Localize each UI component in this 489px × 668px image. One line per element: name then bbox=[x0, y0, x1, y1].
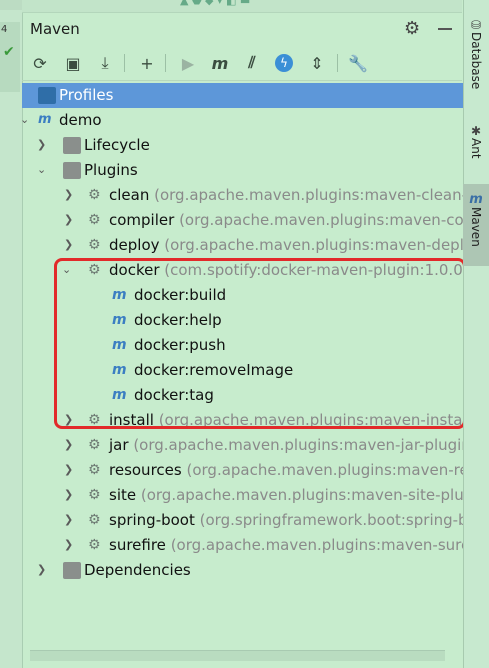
chevron-right-icon[interactable]: ❯ bbox=[64, 513, 73, 526]
collapse-icon[interactable]: ⇕ bbox=[305, 51, 329, 75]
tree-row-plugin[interactable]: ❯ ⚙ compiler (org.apache.maven.plugins:m… bbox=[22, 208, 478, 233]
tree-row-plugins[interactable]: ⌄ Plugins bbox=[22, 158, 462, 183]
toggle-offline-icon[interactable]: ⫽ bbox=[240, 51, 264, 75]
plugin-icon: ⚙ bbox=[88, 187, 101, 203]
chevron-right-icon[interactable]: ❯ bbox=[64, 438, 73, 451]
plugin-icon: ⚙ bbox=[88, 212, 101, 228]
tab-ant-label: Ant bbox=[469, 138, 483, 159]
maven-goal-icon[interactable]: m bbox=[208, 51, 232, 75]
lifecycle-folder-icon bbox=[63, 137, 81, 154]
chevron-right-icon[interactable]: ❯ bbox=[64, 538, 73, 551]
plugin-coordinates: (org.apache.maven.plugins:maven-com bbox=[179, 211, 479, 229]
maven-project-icon: m bbox=[38, 112, 52, 127]
plugin-icon: ⚙ bbox=[88, 237, 101, 253]
dependencies-folder-icon bbox=[63, 562, 81, 579]
reimport-icon[interactable]: ▣ bbox=[61, 51, 85, 75]
chevron-right-icon[interactable]: ❯ bbox=[64, 463, 73, 476]
settings-gear-icon[interactable]: ⚙ bbox=[404, 18, 420, 39]
chevron-right-icon[interactable]: ❯ bbox=[37, 563, 46, 576]
plugins-folder-icon bbox=[63, 162, 81, 179]
left-gutter bbox=[0, 0, 23, 668]
plugin-name: jar bbox=[109, 436, 129, 454]
tree-row-plugin[interactable]: ❯ ⚙ spring-boot (org.springframework.boo… bbox=[22, 508, 468, 533]
plugin-name: deploy bbox=[109, 236, 160, 254]
database-icon: ⛁ bbox=[470, 18, 482, 32]
tab-database-label: Database bbox=[469, 32, 483, 90]
gutter-top bbox=[0, 0, 22, 10]
chevron-down-icon[interactable]: ⌄ bbox=[20, 113, 29, 126]
chevron-right-icon[interactable]: ❯ bbox=[64, 213, 73, 226]
chevron-right-icon[interactable]: ❯ bbox=[64, 188, 73, 201]
tab-maven-label: Maven bbox=[469, 207, 483, 247]
toolbar-separator bbox=[124, 54, 125, 72]
plugin-coordinates: (org.apache.maven.plugins:maven-site-plu… bbox=[140, 486, 478, 504]
plugin-name: spring-boot bbox=[109, 511, 195, 529]
project-label: demo bbox=[59, 111, 102, 129]
tree-row-plugin[interactable]: ❯ ⚙ resources (org.apache.maven.plugins:… bbox=[22, 458, 486, 483]
check-icon: ✔ bbox=[3, 44, 15, 60]
tree-row-plugin[interactable]: ❯ ⚙ surefire (org.apache.maven.plugins:m… bbox=[22, 533, 480, 558]
plugin-name: site bbox=[109, 486, 137, 504]
plugin-coordinates: (org.apache.maven.plugins:maven-surefi bbox=[170, 536, 480, 554]
tree-row-dependencies[interactable]: ❯ Dependencies bbox=[22, 558, 462, 583]
wrench-icon[interactable]: 🔧 bbox=[346, 51, 370, 75]
chevron-down-icon[interactable]: ⌄ bbox=[37, 163, 46, 176]
panel-header bbox=[22, 13, 462, 47]
chevron-right-icon[interactable]: ❯ bbox=[64, 488, 73, 501]
tree-row-plugin[interactable]: ❯ ⚙ site (org.apache.maven.plugins:maven… bbox=[22, 483, 477, 508]
plugin-icon: ⚙ bbox=[88, 512, 101, 528]
right-tool-bar bbox=[463, 0, 489, 668]
tree-row-lifecycle[interactable]: ❯ Lifecycle bbox=[22, 133, 462, 158]
plugin-coordinates: (org.apache.maven.plugins:maven-jar-plug… bbox=[133, 436, 486, 454]
horizontal-scrollbar[interactable] bbox=[30, 650, 445, 661]
top-toolbar-icons: ▲ ⬣ ◆ ▾ ◧ ▬ bbox=[180, 0, 251, 7]
add-icon[interactable]: + bbox=[135, 51, 159, 75]
plugin-name: surefire bbox=[109, 536, 166, 554]
gutter-badge: 4 bbox=[1, 24, 8, 35]
dependencies-label: Dependencies bbox=[84, 561, 191, 579]
gutter-tool-tab[interactable]: 4 ✔ bbox=[0, 22, 20, 92]
ant-icon: ✱ bbox=[470, 124, 482, 138]
tree-row-plugin[interactable]: ❯ ⚙ jar (org.apache.maven.plugins:maven-… bbox=[22, 433, 485, 458]
panel-title: Maven bbox=[30, 20, 80, 38]
chevron-right-icon[interactable]: ❯ bbox=[37, 138, 46, 151]
plugin-name: compiler bbox=[109, 211, 175, 229]
plugin-icon: ⚙ bbox=[88, 537, 101, 553]
toolbar-separator bbox=[165, 54, 166, 72]
tab-database[interactable]: ⛁ Database bbox=[463, 18, 489, 89]
run-icon[interactable]: ▶ bbox=[176, 51, 200, 75]
minimize-icon[interactable] bbox=[438, 28, 452, 30]
tree-row-profiles[interactable]: Profiles bbox=[22, 83, 463, 108]
profiles-label: Profiles bbox=[59, 86, 114, 104]
lightning-icon[interactable]: ϟ bbox=[272, 51, 296, 75]
refresh-icon[interactable]: ⟳ bbox=[28, 51, 52, 75]
tab-maven[interactable]: m Maven bbox=[463, 192, 489, 247]
tree-row-project[interactable]: ⌄ m demo bbox=[20, 108, 462, 133]
plugin-coordinates: (org.apache.maven.plugins:maven-deplo bbox=[164, 236, 474, 254]
plugin-coordinates: (org.apache.maven.plugins:maven-reso bbox=[186, 461, 486, 479]
plugin-coordinates: (org.apache.maven.plugins:maven-clean-pl bbox=[154, 186, 481, 204]
profiles-folder-icon bbox=[38, 87, 56, 104]
tree-row-plugin[interactable]: ❯ ⚙ clean (org.apache.maven.plugins:mave… bbox=[22, 183, 481, 208]
toolbar-separator bbox=[337, 54, 338, 72]
highlight-box bbox=[54, 258, 466, 429]
plugin-name: resources bbox=[109, 461, 182, 479]
plugin-icon: ⚙ bbox=[88, 487, 101, 503]
download-icon[interactable]: ⤓ bbox=[93, 51, 117, 75]
plugins-label: Plugins bbox=[84, 161, 138, 179]
plugin-coordinates: (org.springframework.boot:spring-b bbox=[199, 511, 468, 529]
tab-ant[interactable]: ✱ Ant bbox=[463, 124, 489, 159]
plugin-icon: ⚙ bbox=[88, 462, 101, 478]
plugin-name: clean bbox=[109, 186, 150, 204]
plugin-icon: ⚙ bbox=[88, 437, 101, 453]
maven-icon: m bbox=[469, 192, 483, 207]
lifecycle-label: Lifecycle bbox=[84, 136, 150, 154]
top-strip: ▲ ⬣ ◆ ▾ ◧ ▬ bbox=[22, 0, 462, 13]
chevron-right-icon[interactable]: ❯ bbox=[64, 238, 73, 251]
tree-row-plugin[interactable]: ❯ ⚙ deploy (org.apache.maven.plugins:mav… bbox=[22, 233, 473, 258]
